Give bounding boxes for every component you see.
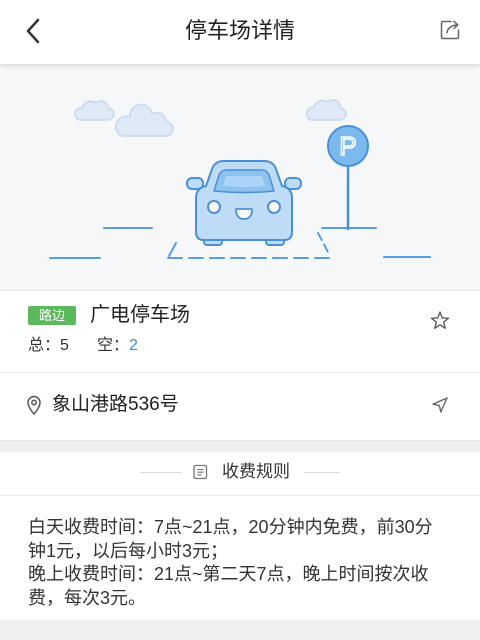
day-fee-rule: 白天收费时间：7点~21点，20分钟内免费，前30分钟1元，以后每小时3元； bbox=[28, 517, 433, 561]
type-badge: 路边 bbox=[28, 306, 76, 325]
cloud-left-large bbox=[114, 103, 174, 137]
total-label: 总： bbox=[28, 337, 61, 354]
parking-name: 广电停车场 bbox=[90, 304, 190, 326]
navigation-arrow-icon bbox=[432, 397, 448, 413]
fee-rules-title: 收费规则 bbox=[222, 462, 290, 481]
document-list-icon bbox=[193, 464, 208, 480]
total-spaces: 总：5 bbox=[28, 336, 69, 356]
free-label: 空： bbox=[97, 337, 130, 354]
free-spaces: 空：2 bbox=[97, 336, 138, 356]
car-headlight-right bbox=[267, 200, 281, 214]
cloud-left-small bbox=[74, 100, 115, 121]
free-value: 2 bbox=[129, 337, 138, 354]
night-fee-rule: 晚上收费时间：21点~第二天7点，晚上时间按次收费，每次3元。 bbox=[28, 564, 429, 608]
car-windshield-highlight bbox=[223, 176, 265, 187]
star-outline-icon bbox=[430, 311, 450, 329]
parking-sign: P bbox=[327, 125, 369, 231]
car-smile bbox=[235, 208, 253, 220]
share-icon bbox=[440, 20, 460, 40]
parking-detail-screen: 停车场详情 P 路边 广电停车场 总：5 空：2 象山港路536号 收费规则 白… bbox=[0, 0, 480, 640]
page-title: 停车场详情 bbox=[184, 18, 295, 43]
fee-rules-text: 白天收费时间：7点~21点，20分钟内免费，前30分钟1元，以后每小时3元； 晚… bbox=[28, 516, 442, 610]
back-button[interactable] bbox=[16, 12, 56, 52]
share-button[interactable] bbox=[432, 12, 468, 48]
favorite-button[interactable] bbox=[426, 307, 454, 335]
header-line-left bbox=[140, 472, 182, 473]
parking-info: 路边 广电停车场 总：5 空：2 bbox=[0, 290, 480, 372]
total-value: 5 bbox=[60, 337, 69, 354]
navigate-button[interactable] bbox=[426, 391, 454, 419]
location-pin-icon bbox=[27, 395, 41, 415]
fee-rules-header: 收费规则 bbox=[0, 452, 480, 496]
cloud-right bbox=[305, 99, 347, 121]
top-bar: 停车场详情 bbox=[0, 0, 480, 64]
car-headlight-left bbox=[207, 200, 221, 214]
parking-illustration: P bbox=[0, 64, 480, 290]
section-divider bbox=[0, 440, 480, 452]
parking-illustration-graphic: P bbox=[49, 99, 431, 259]
chevron-left-icon bbox=[26, 18, 40, 44]
address-row[interactable]: 象山港路536号 bbox=[0, 372, 480, 440]
car bbox=[186, 160, 302, 246]
header-line-right bbox=[304, 472, 340, 473]
bottom-divider bbox=[0, 620, 480, 640]
address-text: 象山港路536号 bbox=[52, 394, 179, 415]
fee-rules-body: 白天收费时间：7点~21点，20分钟内免费，前30分钟1元，以后每小时3元； 晚… bbox=[0, 496, 480, 620]
parking-sign-letter: P bbox=[339, 131, 356, 161]
